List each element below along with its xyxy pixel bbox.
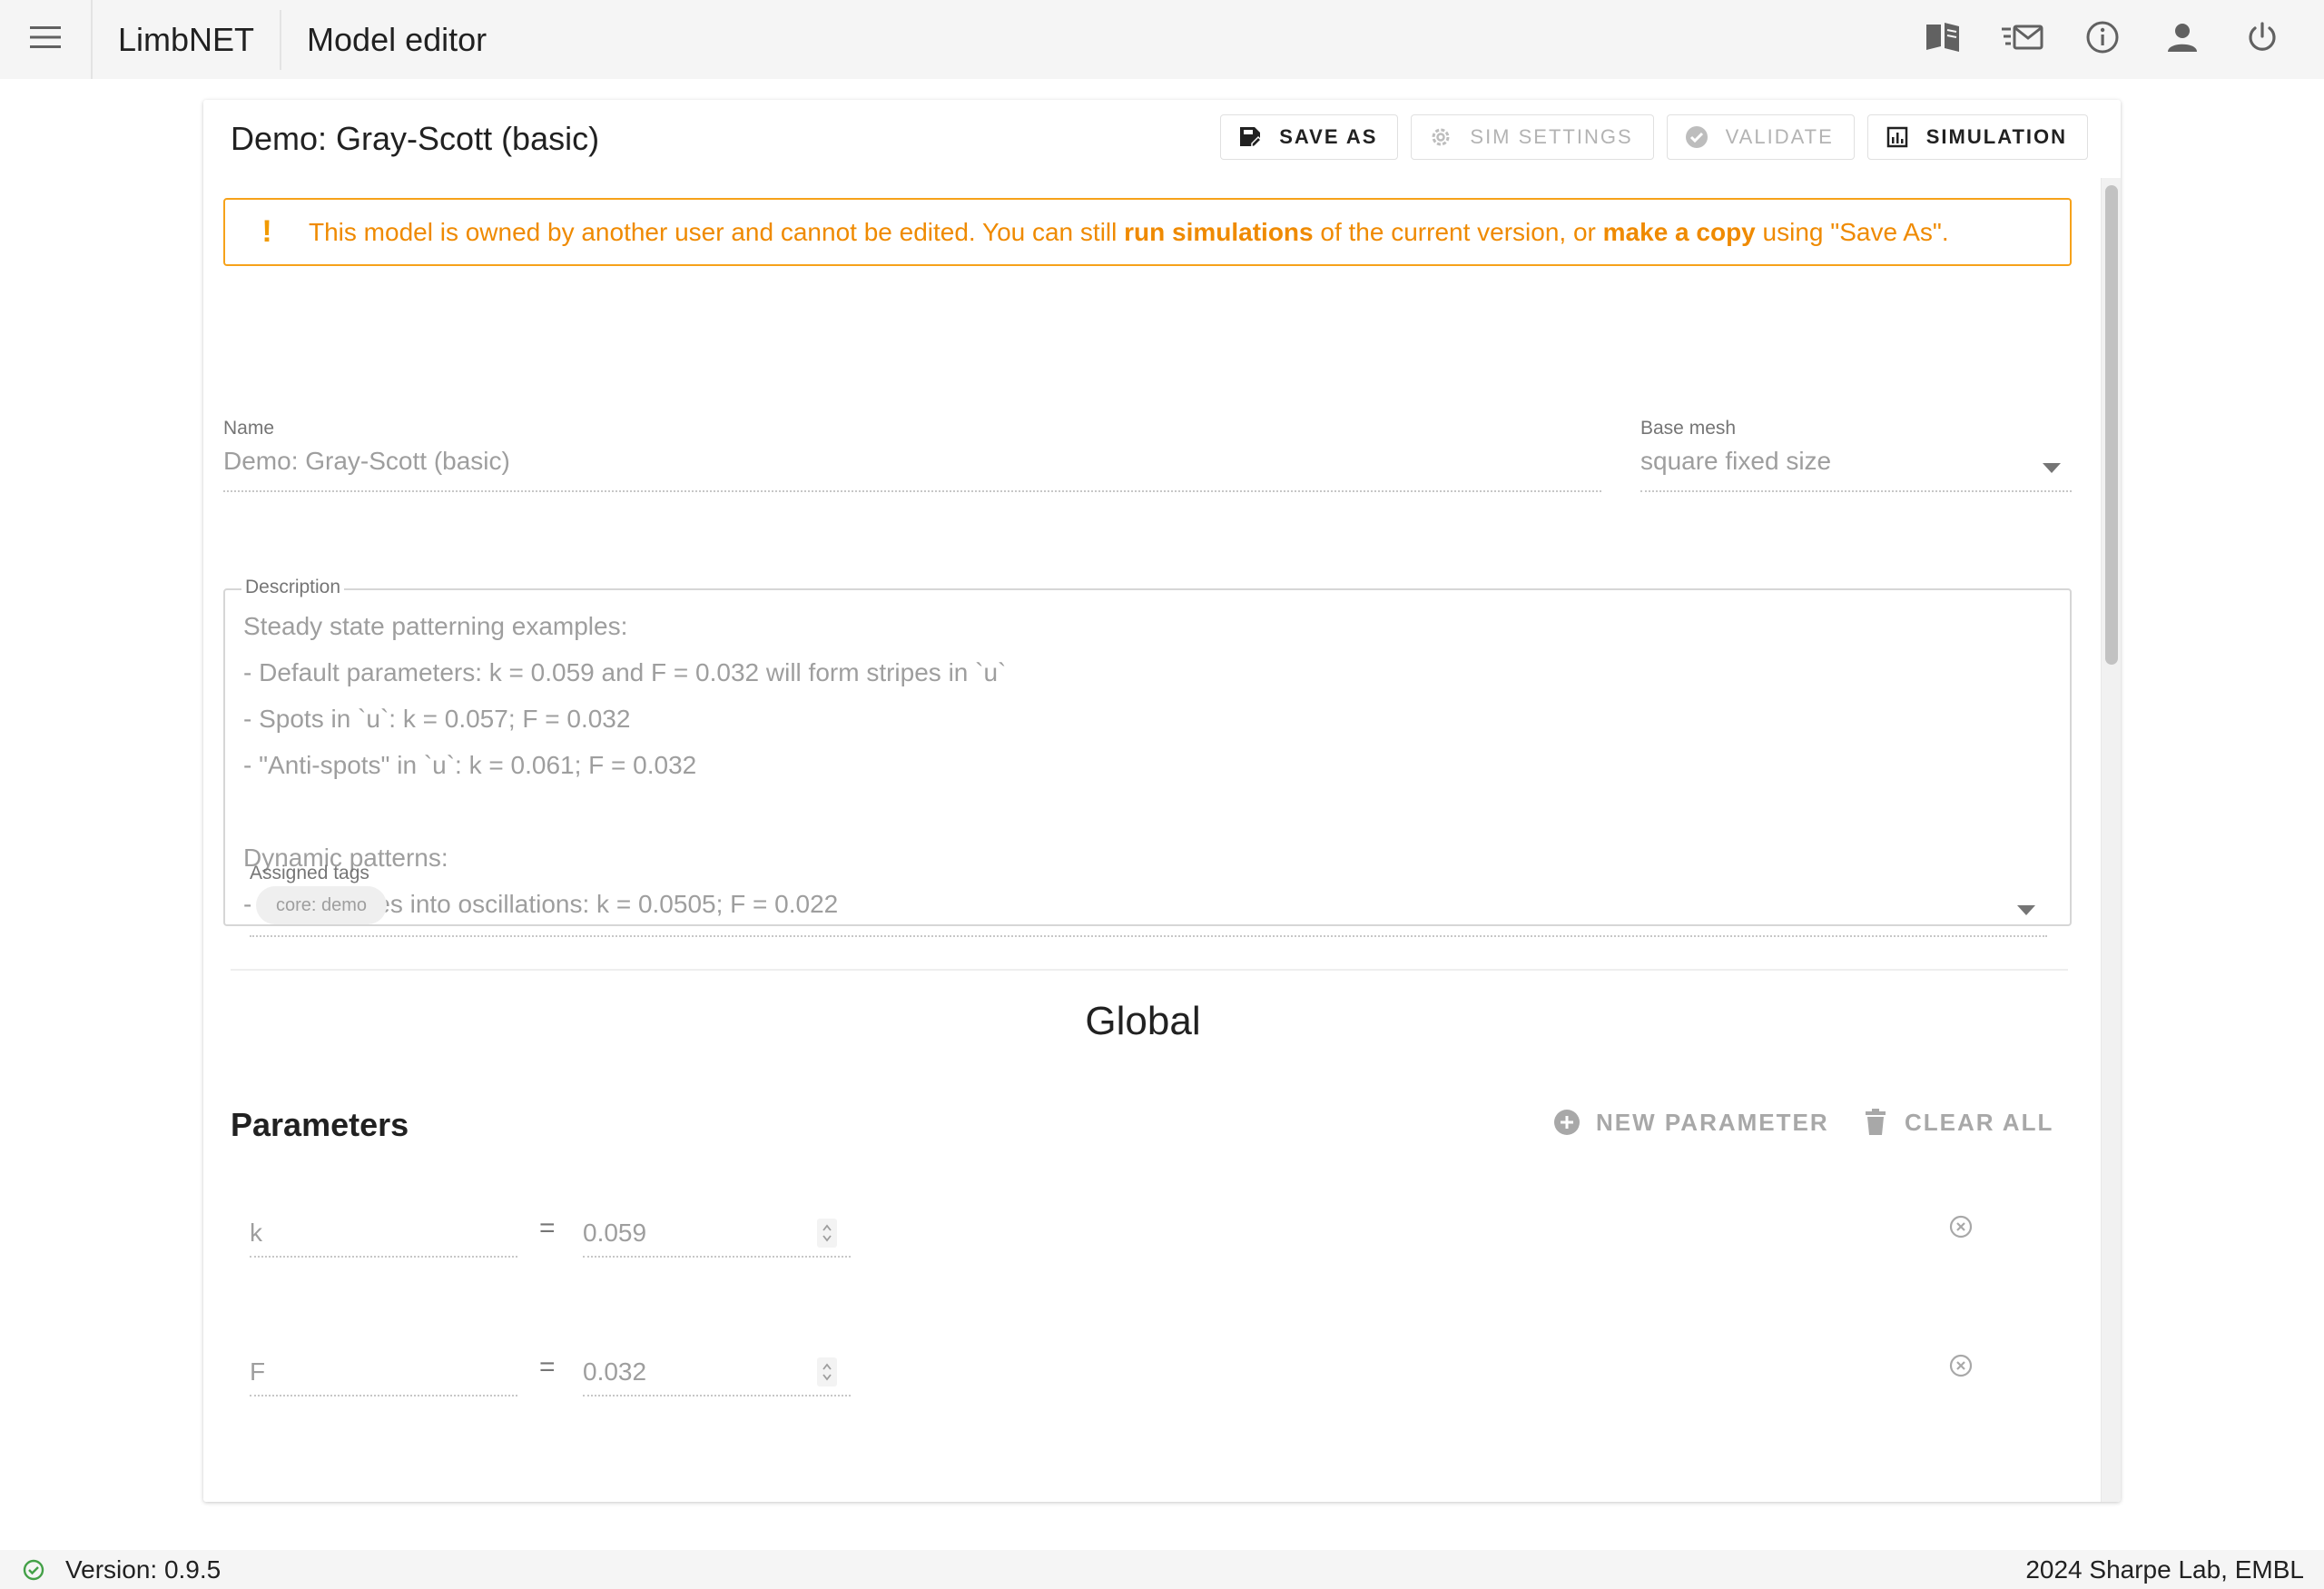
parameter-value-input[interactable]: 0.059 (583, 1219, 646, 1248)
trash-icon (1861, 1108, 1890, 1137)
chevron-down-icon[interactable] (2043, 462, 2061, 479)
save-as-label: SAVE AS (1279, 125, 1378, 148)
parameter-name-underline (250, 1256, 517, 1258)
validate-label: VALIDATE (1725, 125, 1834, 148)
parameter-value-input[interactable]: 0.032 (583, 1357, 646, 1387)
tags-label: Assigned tags (250, 863, 369, 883)
number-stepper[interactable] (817, 1357, 837, 1387)
menu-icon (30, 25, 61, 54)
divider (231, 969, 2068, 971)
chevron-down-icon[interactable] (2017, 904, 2035, 921)
sim-settings-button[interactable]: SIM SETTINGS (1411, 114, 1654, 160)
description-line: - Default parameters: k = 0.059 and F = … (243, 658, 1007, 686)
clear-all-label: CLEAR ALL (1905, 1108, 2054, 1136)
save-as-button[interactable]: SAVE AS (1220, 114, 1399, 160)
new-parameter-label: NEW PARAMETER (1596, 1108, 1829, 1136)
description-line: Steady state patterning examples: (243, 612, 628, 640)
app-bar: LimbNET Model editor (0, 0, 2324, 79)
info-button[interactable] (2063, 0, 2142, 79)
save-as-icon (1237, 124, 1263, 150)
description-line: - Spots in `u`: k = 0.057; F = 0.032 (243, 705, 631, 733)
account-icon (2167, 22, 2198, 57)
name-underline (223, 490, 1601, 492)
gear-icon (1428, 124, 1453, 150)
logout-button[interactable] (2222, 0, 2302, 79)
remove-parameter-icon[interactable] (1947, 1213, 1974, 1240)
section-title: Global (1085, 999, 1201, 1043)
description-label: Description (241, 577, 345, 598)
simulation-button[interactable]: SIMULATION (1866, 114, 2088, 160)
equals-sign: = (539, 1352, 556, 1382)
name-label: Name (223, 418, 275, 439)
tags-underline (250, 935, 2047, 937)
parameter-name-underline (250, 1395, 517, 1397)
parameters-title: Parameters (231, 1106, 409, 1143)
parameter-name-input[interactable]: k (250, 1219, 262, 1248)
bar-chart-icon (1885, 124, 1910, 150)
editor-scroll-area[interactable]: ! This model is owned by another user an… (203, 178, 2101, 1502)
menu-button[interactable] (0, 0, 91, 79)
status-ok-icon (22, 1558, 45, 1582)
parameter-value-underline (583, 1256, 851, 1258)
power-icon (2246, 21, 2279, 58)
credit-text: 2024 Sharpe Lab, EMBL (2025, 1554, 2304, 1584)
sim-settings-label: SIM SETTINGS (1470, 125, 1633, 148)
tag-chip: core: demo (256, 886, 388, 924)
description-line: - "Anti-spots" in `u`: k = 0.061; F = 0.… (243, 751, 697, 779)
card-header: Demo: Gray-Scott (basic) SAVE AS SIM SET… (203, 100, 2121, 178)
base-mesh-underline (1640, 490, 2072, 492)
book-icon (1925, 21, 1961, 58)
equals-sign: = (539, 1213, 556, 1243)
add-circle-icon (1552, 1108, 1581, 1137)
base-mesh-label: Base mesh (1640, 418, 1737, 439)
clear-all-button[interactable]: CLEAR ALL (1861, 1108, 2053, 1137)
footer: Version: 0.9.5 2024 Sharpe Lab, EMBL (0, 1550, 2324, 1589)
base-mesh-select[interactable]: square fixed size (1640, 447, 1831, 476)
docs-button[interactable] (1903, 0, 1983, 79)
scrollbar[interactable] (2101, 178, 2121, 1502)
description-line (243, 788, 2050, 834)
read-only-alert: ! This model is owned by another user an… (223, 198, 2072, 266)
parameter-name-input[interactable]: F (250, 1357, 265, 1387)
name-input[interactable]: Demo: Gray-Scott (basic) (223, 447, 510, 476)
check-circle-icon (1684, 124, 1709, 150)
account-button[interactable] (2142, 0, 2222, 79)
warning-icon: ! (261, 214, 272, 249)
description-text[interactable]: Steady state patterning examples: - Defa… (243, 603, 2050, 916)
app-name[interactable]: LimbNET (93, 21, 280, 59)
validate-button[interactable]: VALIDATE (1666, 114, 1855, 160)
description-line: Dynamic patterns: (243, 844, 448, 872)
run-simulations-link[interactable]: run simulations (1124, 218, 1313, 246)
parameter-value-underline (583, 1395, 851, 1397)
number-stepper[interactable] (817, 1219, 837, 1248)
mail-icon (2002, 24, 2043, 55)
remove-parameter-icon[interactable] (1947, 1352, 1974, 1379)
make-copy-link[interactable]: make a copy (1603, 218, 1756, 246)
description-line: - Spiral waves into oscillations: k = 0.… (243, 890, 839, 916)
contact-button[interactable] (1983, 0, 2063, 79)
model-title: Demo: Gray-Scott (basic) (231, 120, 600, 157)
version-text: Version: 0.9.5 (65, 1554, 222, 1584)
info-icon (2085, 20, 2120, 59)
model-editor-card: Demo: Gray-Scott (basic) SAVE AS SIM SET… (203, 100, 2121, 1502)
page-title: Model editor (307, 20, 487, 58)
scrollbar-thumb[interactable] (2105, 185, 2118, 665)
alert-text: This model is owned by another user and … (309, 217, 1949, 246)
editor-toolbar: SAVE AS SIM SETTINGS VALIDATE SIMULATION (1220, 114, 2088, 160)
simulation-label: SIMULATION (1925, 125, 2067, 148)
new-parameter-button[interactable]: NEW PARAMETER (1552, 1108, 1829, 1137)
